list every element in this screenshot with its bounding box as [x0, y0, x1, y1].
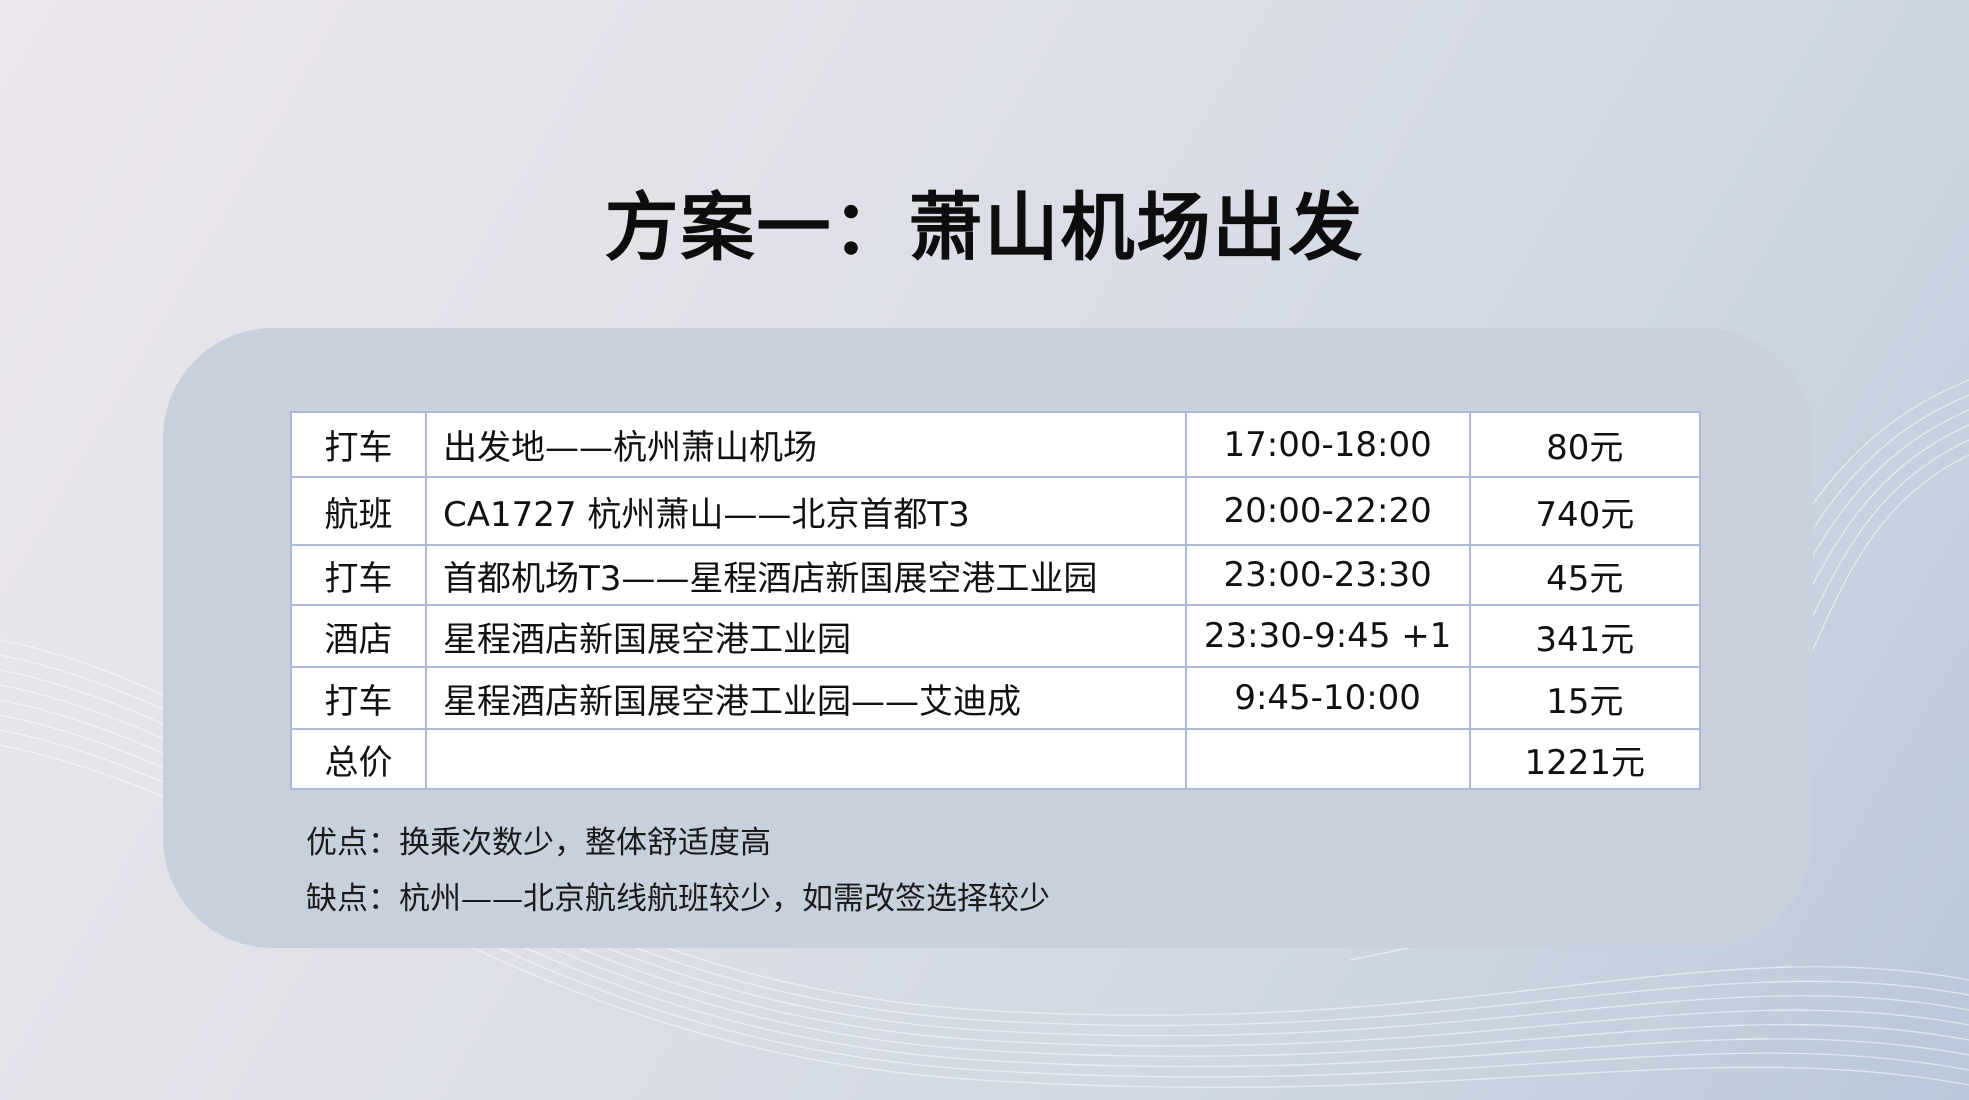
cell-price: 80元	[1468, 411, 1702, 478]
cell-total-price: 1221元	[1468, 728, 1702, 790]
table-row: 酒店 星程酒店新国展空港工业园 23:30-9:45 +1 341元	[289, 604, 1702, 668]
cell-route	[425, 728, 1187, 790]
table-row: 打车 出发地——杭州萧山机场 17:00-18:00 80元	[289, 411, 1702, 478]
cell-price: 45元	[1468, 544, 1702, 606]
cell-price: 15元	[1468, 666, 1702, 730]
cons-text: 缺点：杭州——北京航线航班较少，如需改签选择较少	[306, 881, 1050, 917]
cell-time: 23:00-23:30	[1184, 544, 1471, 606]
cell-type: 航班	[289, 476, 428, 546]
itinerary-table: 打车 出发地——杭州萧山机场 17:00-18:00 80元 航班 CA1727…	[289, 411, 1702, 790]
table-row: 打车 星程酒店新国展空港工业园——艾迪成 9:45-10:00 15元	[289, 666, 1702, 730]
slide-title: 方案一：萧山机场出发	[604, 185, 1365, 271]
table-row: 打车 首都机场T3——星程酒店新国展空港工业园 23:00-23:30 45元	[289, 544, 1702, 606]
cell-time	[1184, 728, 1471, 790]
cell-route: 星程酒店新国展空港工业园——艾迪成	[425, 666, 1187, 730]
cell-time: 23:30-9:45 +1	[1184, 604, 1471, 668]
cell-route: CA1727 杭州萧山——北京首都T3	[425, 476, 1187, 546]
table-row-total: 总价 1221元	[289, 728, 1702, 790]
cell-type: 打车	[289, 544, 428, 606]
cell-route: 星程酒店新国展空港工业园	[425, 604, 1187, 668]
pros-text: 优点：换乘次数少，整体舒适度高	[306, 825, 771, 861]
cell-type: 打车	[289, 411, 428, 478]
table-row: 航班 CA1727 杭州萧山——北京首都T3 20:00-22:20 740元	[289, 476, 1702, 546]
notes: 优点：换乘次数少，整体舒适度高 缺点：杭州——北京航线航班较少，如需改签选择较少	[306, 815, 1050, 927]
cell-price: 341元	[1468, 604, 1702, 668]
cell-time: 20:00-22:20	[1184, 476, 1471, 546]
cell-time: 9:45-10:00	[1184, 666, 1471, 730]
cell-route: 出发地——杭州萧山机场	[425, 411, 1187, 478]
cell-time: 17:00-18:00	[1184, 411, 1471, 478]
cell-type: 酒店	[289, 604, 428, 668]
cell-price: 740元	[1468, 476, 1702, 546]
cell-type: 打车	[289, 666, 428, 730]
cell-type: 总价	[289, 728, 428, 790]
cell-route: 首都机场T3——星程酒店新国展空港工业园	[425, 544, 1187, 606]
